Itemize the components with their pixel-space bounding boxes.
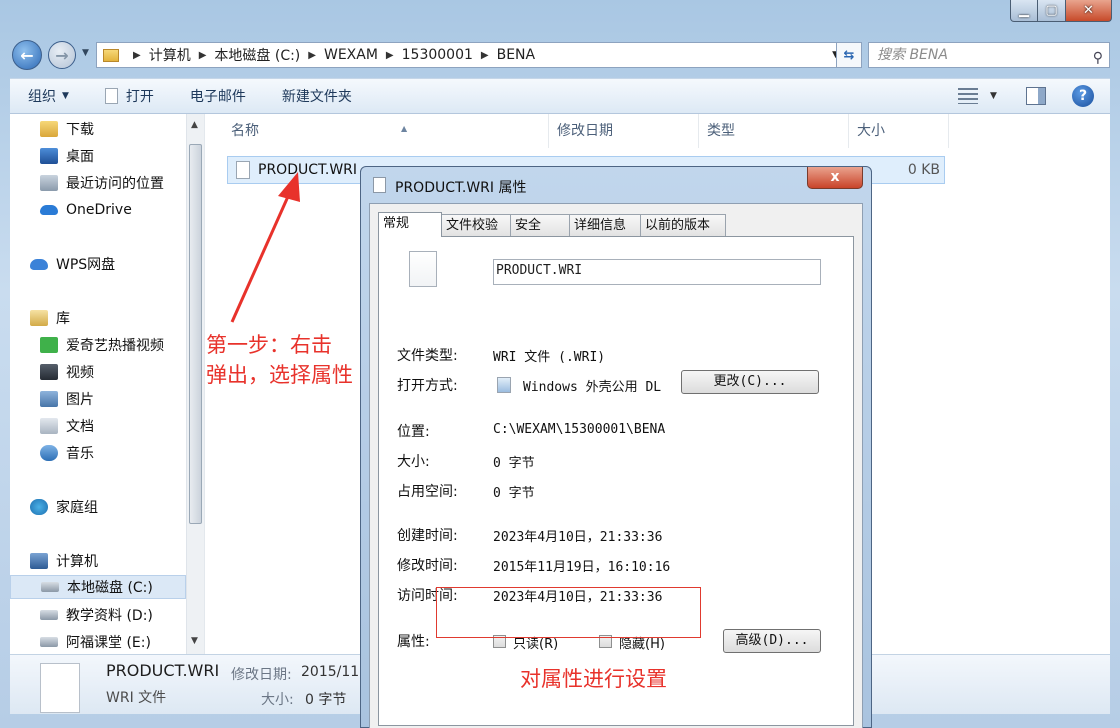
annotation-step1: 第一步：右击 弹出，选择属性 [206, 330, 353, 390]
annotation-step1-line1: 第一步：右击 [206, 333, 332, 357]
attributes-highlight-box [436, 587, 701, 638]
separator [397, 511, 819, 512]
disk-size-label: 占用空间: [397, 484, 458, 500]
tab-checksum[interactable]: 文件校验 [441, 214, 511, 236]
created-label: 创建时间: [397, 528, 458, 544]
dialog-close-button[interactable]: x [807, 167, 863, 189]
open-with-label: 打开方式: [397, 378, 458, 394]
file-type-value: WRI 文件 (.WRI) [493, 350, 606, 365]
disk-size-value: 0 字节 [493, 486, 535, 501]
advanced-button[interactable]: 高级(D)... [723, 629, 821, 653]
attributes-label: 属性: [397, 634, 430, 650]
properties-dialog: PRODUCT.WRI 属性 x 常规 文件校验 安全 详细信息 以前的版本 P… [360, 166, 872, 728]
tab-general[interactable]: 常规 [378, 212, 442, 237]
separator [397, 301, 819, 302]
change-button[interactable]: 更改(C)... [681, 370, 819, 394]
annotation-step1-line2: 弹出，选择属性 [206, 363, 353, 387]
separator [397, 405, 819, 406]
file-type-label: 文件类型: [397, 348, 458, 364]
size-label: 大小: [397, 454, 430, 470]
dialog-tabs: 常规 文件校验 安全 详细信息 以前的版本 [378, 212, 726, 237]
general-tab-panel: PRODUCT.WRI 文件类型: WRI 文件 (.WRI) 打开方式: Wi… [378, 236, 854, 726]
modified-value: 2015年11月19日，16:10:16 [493, 560, 671, 575]
tab-previous-versions[interactable]: 以前的版本 [640, 214, 726, 236]
tab-security[interactable]: 安全 [510, 214, 570, 236]
modified-label: 修改时间: [397, 558, 458, 574]
dialog-title: PRODUCT.WRI 属性 [395, 180, 527, 196]
open-with-value: Windows 外壳公用 DL [523, 380, 662, 395]
dialog-body: 常规 文件校验 安全 详细信息 以前的版本 PRODUCT.WRI 文件类型: … [369, 203, 863, 728]
location-label: 位置: [397, 424, 430, 440]
tab-details[interactable]: 详细信息 [569, 214, 641, 236]
document-icon [373, 177, 386, 193]
created-value: 2023年4月10日，21:33:36 [493, 530, 663, 545]
arrow-to-file [230, 172, 300, 323]
file-icon [409, 251, 437, 287]
filename-input[interactable]: PRODUCT.WRI [493, 259, 821, 285]
size-value: 0 字节 [493, 456, 535, 471]
app-icon [497, 377, 511, 393]
location-value: C:\WEXAM\15300001\BENA [493, 422, 666, 437]
annotation-step2: 对属性进行设置 [520, 667, 667, 691]
close-icon: x [830, 169, 840, 185]
